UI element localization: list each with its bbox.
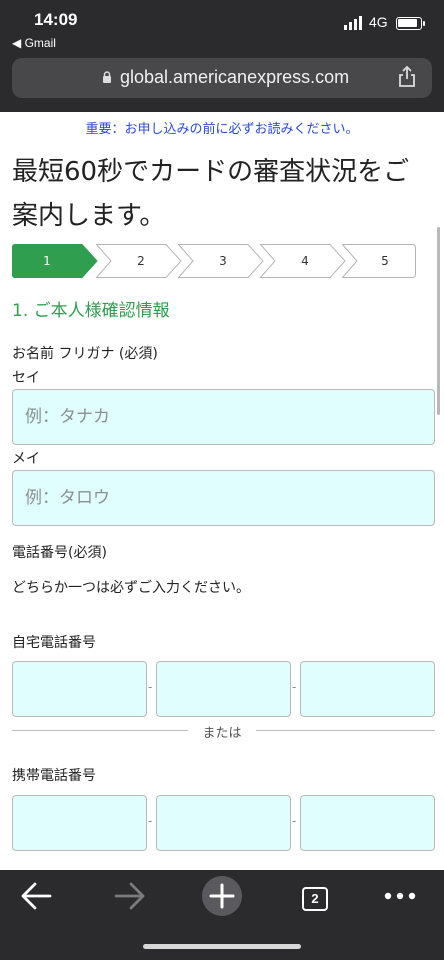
url-text: global.americanexpress.com xyxy=(120,67,350,87)
home-phone-part-3[interactable] xyxy=(300,661,435,717)
home-phone-separator-1: - xyxy=(148,680,153,694)
home-phone-label: 自宅電話番号 xyxy=(12,635,96,651)
sei-input[interactable] xyxy=(12,389,435,445)
mei-input[interactable] xyxy=(12,470,435,526)
headline-line-2: 案内します。 xyxy=(12,201,166,231)
signal-icon xyxy=(344,16,362,30)
step-4-label: 4 xyxy=(301,254,309,268)
forward-arrow-icon[interactable] xyxy=(98,870,158,926)
page-headline: 最短60秒でカードの審査状況をご 案内します。 xyxy=(12,150,444,238)
browser-chrome: 14:09 ◀ Gmail 4G global.americanexpress.… xyxy=(0,0,444,112)
phone-instruction: どちらか一つは必ずご入力ください。 xyxy=(12,580,250,596)
home-phone-part-1[interactable] xyxy=(12,661,147,717)
battery-icon xyxy=(396,17,422,30)
step-2-label: 2 xyxy=(137,254,145,268)
or-text: または xyxy=(194,726,250,741)
mobile-phone-part-3[interactable] xyxy=(300,795,435,851)
mobile-phone-separator-2: - xyxy=(292,814,297,828)
phone-label: 電話番号(必須) xyxy=(12,545,107,561)
back-to-gmail-link[interactable]: ◀ Gmail xyxy=(12,36,56,50)
mobile-phone-separator-1: - xyxy=(148,814,153,828)
or-divider: または xyxy=(0,722,444,741)
name-kana-label: お名前 フリガナ (必須) xyxy=(12,346,158,362)
progress-stepper: 1 2 3 4 5 xyxy=(12,244,416,278)
sei-label: セイ xyxy=(12,370,40,386)
step-1-label: 1 xyxy=(43,254,51,268)
mei-label: メイ xyxy=(12,451,40,467)
url-bar[interactable]: global.americanexpress.com xyxy=(12,58,432,98)
important-notice-link[interactable]: 重要：お申し込みの前に必ずお読みください。 xyxy=(0,118,444,137)
mobile-phone-label: 携帯電話番号 xyxy=(12,768,96,784)
network-type: 4G xyxy=(369,14,388,30)
section-title: 1. ご本人様確認情報 xyxy=(12,301,170,321)
status-time: 14:09 xyxy=(34,10,78,29)
page-scrollbar[interactable] xyxy=(437,227,440,415)
lock-icon xyxy=(103,71,111,83)
step-5-label: 5 xyxy=(381,254,389,268)
share-icon[interactable] xyxy=(397,66,417,88)
home-phone-separator-2: - xyxy=(292,680,297,694)
mobile-phone-part-1[interactable] xyxy=(12,795,147,851)
home-indicator xyxy=(143,944,301,949)
tabs-icon[interactable]: 2 xyxy=(302,887,328,911)
mobile-phone-part-2[interactable] xyxy=(156,795,291,851)
headline-line-1: 最短60秒でカードの審査状況をご xyxy=(12,157,410,187)
step-3-label: 3 xyxy=(219,254,227,268)
home-phone-part-2[interactable] xyxy=(156,661,291,717)
back-arrow-icon[interactable] xyxy=(8,870,68,926)
more-icon[interactable] xyxy=(370,870,430,926)
battery-tip xyxy=(423,21,425,26)
new-tab-plus-icon[interactable] xyxy=(192,870,252,926)
